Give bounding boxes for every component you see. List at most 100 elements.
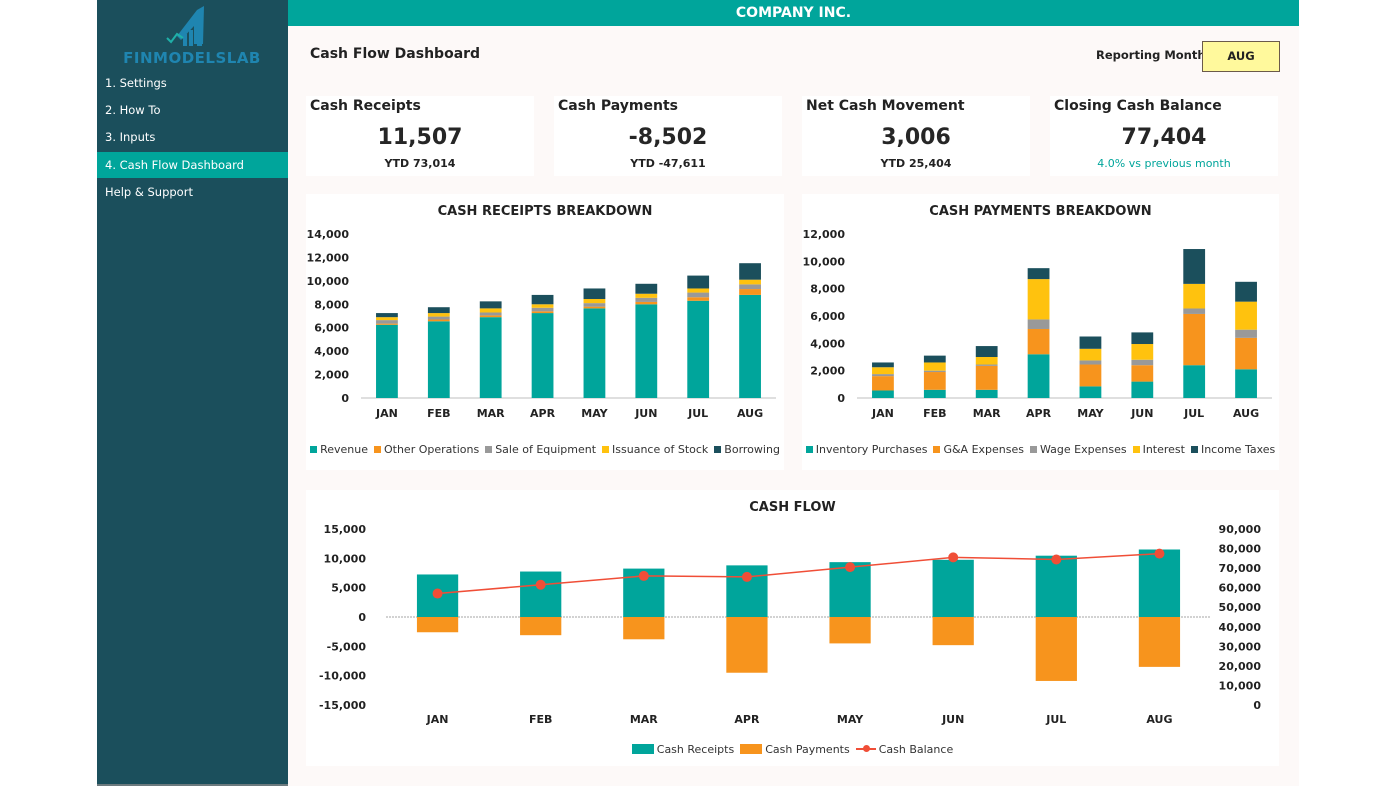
bar-segment-revenue-apr xyxy=(531,313,554,398)
bar-segment-wage-expenses-jul xyxy=(1183,308,1206,314)
bar-segment-borrowing-jul xyxy=(687,275,710,289)
legend-swatch xyxy=(805,445,813,453)
legend-item-borrowing: Borrowing xyxy=(714,443,780,456)
y-tick-label: 12,000 xyxy=(307,251,350,264)
legend-swatch xyxy=(631,744,654,754)
y2-tick-label: 70,000 xyxy=(1219,562,1262,575)
y2-tick-label: 40,000 xyxy=(1219,621,1262,634)
page-title: Cash Flow Dashboard xyxy=(310,46,481,62)
bar-segment-income-taxes-mar xyxy=(975,346,998,357)
legend-item-g-a-expenses: G&A Expenses xyxy=(933,443,1024,456)
bar-segment-sale-of-equipment-mar xyxy=(479,312,502,316)
bar-segment-wage-expenses-apr xyxy=(1027,319,1050,329)
x-tick-label: JUL xyxy=(1183,407,1204,420)
kpi-change-vs-previous: 4.0% vs previous month xyxy=(1097,157,1231,170)
finmodelslab-logo[interactable]: FINMODELSLAB xyxy=(97,4,288,67)
y-tick-label: -10,000 xyxy=(319,670,366,683)
bar-segment-income-taxes-jun xyxy=(1131,332,1154,345)
legend-item-cash-payments: Cash Payments xyxy=(740,743,850,756)
bar-segment-sale-of-equipment-may xyxy=(583,303,606,307)
sidebar: FINMODELSLAB 1. Settings 2. How To 3. In… xyxy=(97,0,288,786)
bar-segment-income-taxes-jul xyxy=(1183,249,1206,284)
cash-flow-panel: CASH FLOW -15,000 -10,000 -5,000 0 5,000 10,0… xyxy=(306,490,1279,766)
bar-segment-sale-of-equipment-jan xyxy=(376,320,398,324)
legend-swatch xyxy=(373,445,381,453)
main-content: COMPANY INC. Cash Flow Dashboard Reporti… xyxy=(288,0,1299,786)
legend-label: Cash Receipts xyxy=(656,743,735,756)
bar-segment-issuance-of-stock-jun xyxy=(635,293,658,298)
bar-segment-other-operations-jul xyxy=(687,297,710,301)
cash-balance-point-jan xyxy=(432,588,443,599)
kpi-card-cash-payments: Cash Payments -8,502 YTD -47,611 xyxy=(554,96,782,176)
bar-segment-sale-of-equipment-jul xyxy=(687,292,710,298)
legend-label: Wage Expenses xyxy=(1040,443,1127,456)
y-tick-label: 14,000 xyxy=(307,228,350,241)
bar-segment-income-taxes-apr xyxy=(1027,268,1050,280)
y-tick-label: 8,000 xyxy=(314,298,349,311)
kpi-title: Closing Cash Balance xyxy=(1054,98,1222,114)
sidebar-item-how-to[interactable]: 2. How To xyxy=(97,97,288,123)
bar-segment-sale-of-equipment-jun xyxy=(635,297,658,302)
x-tick-label: APR xyxy=(1026,407,1052,420)
cash-receipts-chart: 0 2,000 4,000 6,000 8,000 10,000 12,000 14,000 J… xyxy=(307,228,776,420)
cash-payments-breakdown-panel: CASH PAYMENTS BREAKDOWN 0 2,000 4,000 6,000… xyxy=(802,194,1279,470)
cash-balance-point-jul xyxy=(1051,554,1062,565)
legend-label: Sale of Equipment xyxy=(495,443,597,456)
y-tick-label: 6,000 xyxy=(314,322,349,335)
bar-segment-borrowing-may xyxy=(583,288,606,300)
y-tick-label: 12,000 xyxy=(803,228,846,241)
reporting-month-label: Reporting Month: xyxy=(1096,48,1211,62)
bar-segment-income-taxes-aug xyxy=(1235,281,1257,302)
bar-segment-revenue-feb xyxy=(427,321,450,398)
sidebar-item-inputs[interactable]: 3. Inputs xyxy=(97,124,288,150)
bar-segment-borrowing-feb xyxy=(427,307,450,314)
chart-title: CASH PAYMENTS BREAKDOWN xyxy=(929,204,1152,219)
bar-segment-borrowing-jun xyxy=(635,283,658,294)
y2-tick-label: 60,000 xyxy=(1219,582,1262,595)
legend-item-cash-balance: Cash Balance xyxy=(855,743,953,756)
bar-segment-income-taxes-jan xyxy=(872,362,894,368)
legend-item-inventory-purchases: Inventory Purchases xyxy=(805,443,927,456)
bar-cash-payments-may xyxy=(829,617,871,644)
bar-segment-issuance-of-stock-jul xyxy=(687,288,710,293)
legend-item-cash-receipts: Cash Receipts xyxy=(631,743,735,756)
x-tick-label: JUN xyxy=(1130,407,1153,420)
legend-item-income-taxes: Income Taxes xyxy=(1190,443,1275,456)
bar-cash-payments-jul xyxy=(1035,617,1077,681)
legend-swatch xyxy=(1030,445,1037,453)
y-tick-label: 10,000 xyxy=(324,552,367,565)
bar-segment-wage-expenses-jun xyxy=(1131,359,1154,366)
x-tick-label: JUN xyxy=(634,407,657,420)
legend-item-sale-of-equipment: Sale of Equipment xyxy=(485,443,596,456)
bar-segment-borrowing-mar xyxy=(479,301,502,309)
x-tick-label: JUN xyxy=(941,713,964,726)
bar-segment-issuance-of-stock-apr xyxy=(531,304,554,308)
chart-legend: Revenue Other Operations Sale of Equipment… xyxy=(306,443,784,456)
sidebar-item-help-support[interactable]: Help & Support xyxy=(97,179,288,205)
bar-segment-other-operations-jan xyxy=(376,323,398,325)
legend-swatch xyxy=(310,445,318,453)
legend-label: Borrowing xyxy=(724,443,780,456)
legend-swatch xyxy=(855,745,876,752)
legend-label: G&A Expenses xyxy=(943,443,1024,456)
kpi-value: -8,502 xyxy=(628,125,708,150)
kpi-value: 11,507 xyxy=(377,125,463,150)
sidebar-item-settings[interactable]: 1. Settings xyxy=(97,70,288,96)
legend-swatch xyxy=(714,445,722,453)
sidebar-item-cash-flow-dashboard[interactable]: 4. Cash Flow Dashboard xyxy=(97,152,288,178)
x-tick-label: MAR xyxy=(973,407,1001,420)
legend-label: Revenue xyxy=(320,443,368,456)
legend-item-interest: Interest xyxy=(1132,443,1185,456)
y-tick-label: 4,000 xyxy=(810,337,845,350)
bar-segment-g-a-expenses-mar xyxy=(975,365,998,390)
reporting-month-input[interactable]: AUG xyxy=(1202,41,1280,72)
y-tick-label: 2,000 xyxy=(314,369,349,382)
x-tick-label: AUG xyxy=(737,407,763,420)
x-tick-label: MAR xyxy=(477,407,505,420)
bar-cash-receipts-feb xyxy=(520,571,562,617)
bar-segment-interest-jul xyxy=(1183,283,1206,309)
bar-cash-receipts-jun xyxy=(932,559,974,617)
bar-segment-inventory-purchases-aug xyxy=(1235,369,1257,398)
bar-cash-payments-apr xyxy=(726,617,768,673)
bar-segment-sale-of-equipment-apr xyxy=(531,307,554,312)
